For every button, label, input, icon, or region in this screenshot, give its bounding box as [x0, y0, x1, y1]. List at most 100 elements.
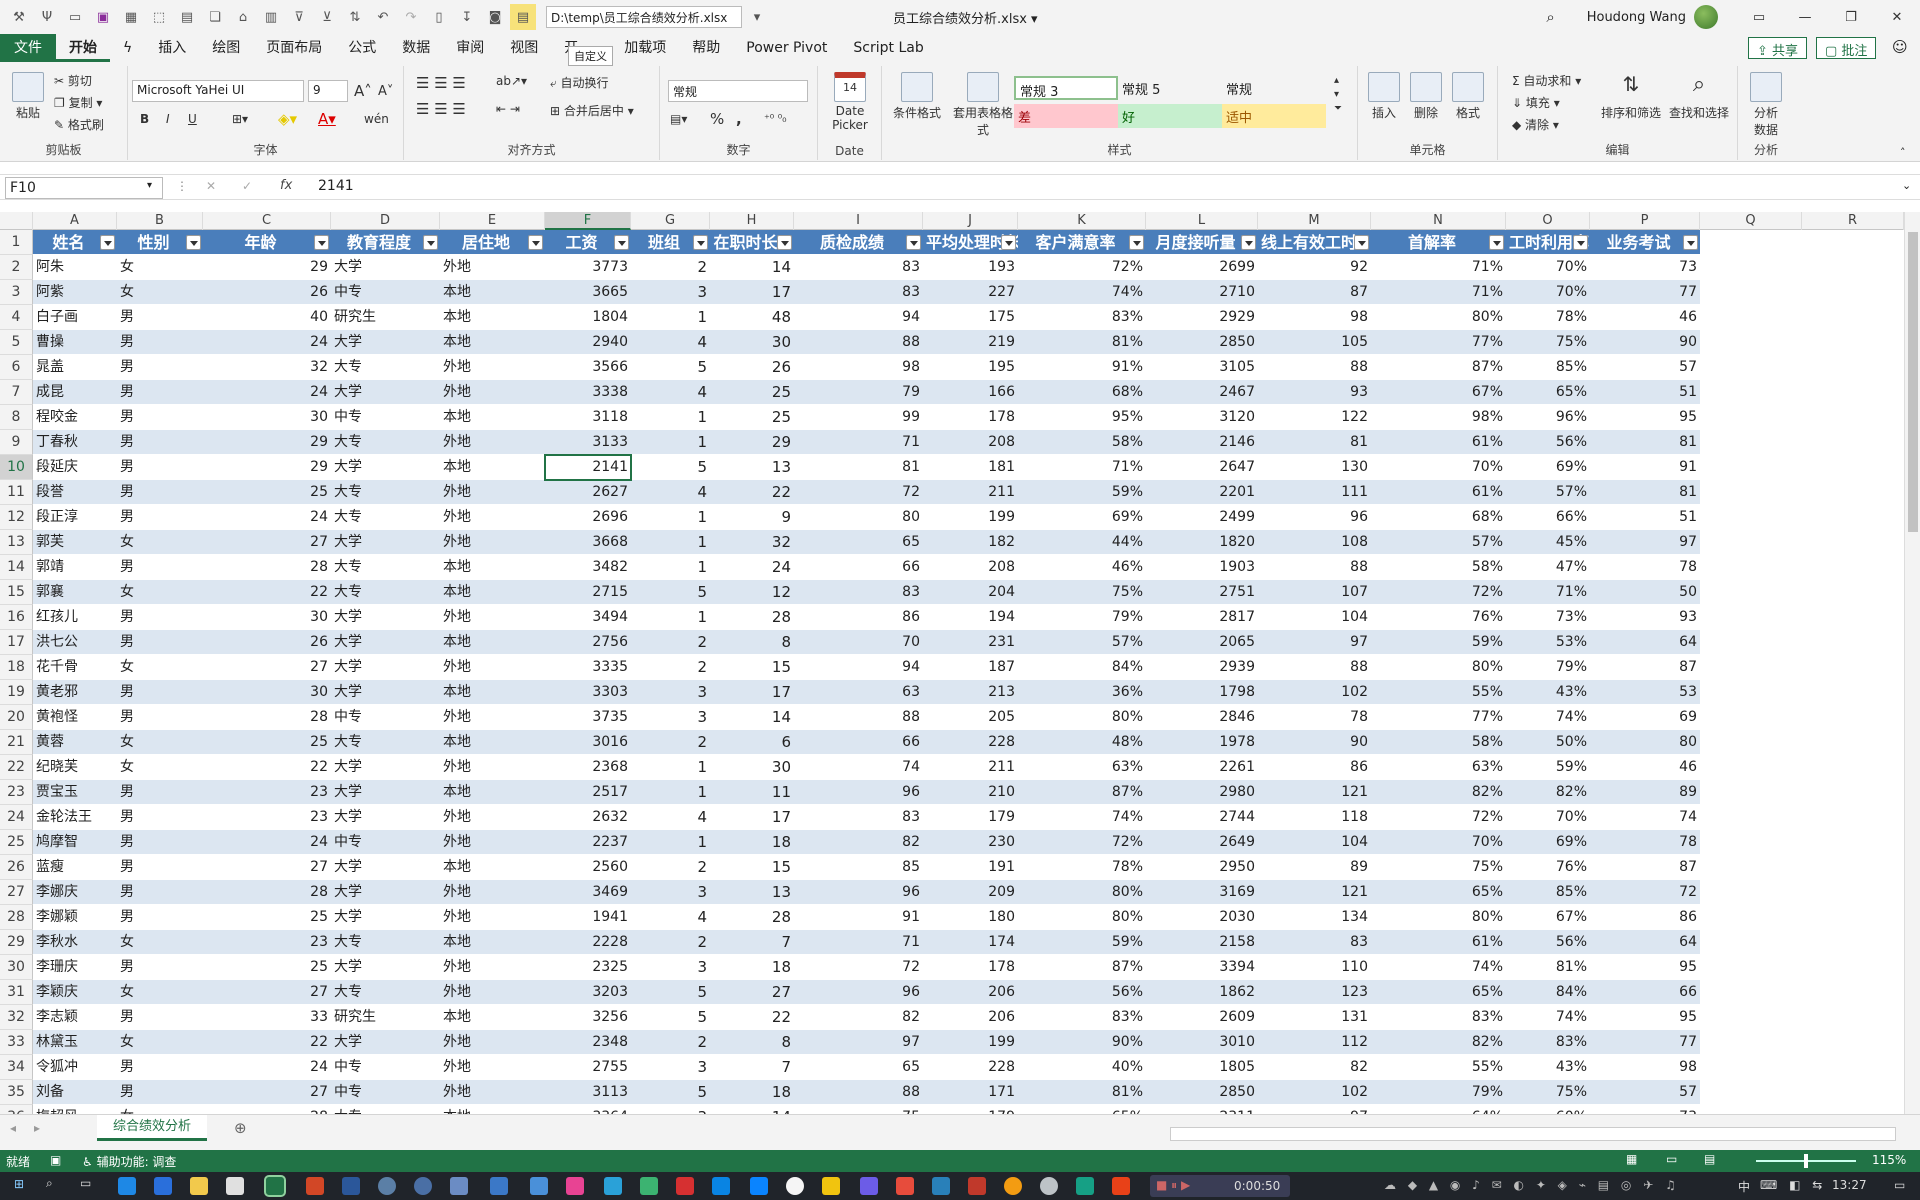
table-cell[interactable]: 2030	[1146, 905, 1258, 930]
table-cell[interactable]: 56%	[1018, 980, 1146, 1005]
table-header-cell[interactable]: 姓名	[33, 230, 117, 255]
table-cell[interactable]: 89	[1590, 780, 1700, 805]
table-cell[interactable]: 179	[923, 805, 1018, 830]
table-cell[interactable]: 2311	[1146, 1105, 1258, 1114]
table-cell[interactable]: 2940	[545, 330, 631, 355]
app-icon[interactable]	[450, 1177, 468, 1195]
table-cell[interactable]: 96	[794, 980, 923, 1005]
table-cell[interactable]: 金轮法王	[33, 805, 117, 830]
table-cell[interactable]: 71%	[1371, 255, 1506, 280]
table-cell[interactable]: 208	[923, 555, 1018, 580]
table-cell[interactable]: 213	[923, 680, 1018, 705]
excel-icon[interactable]	[264, 1175, 286, 1197]
table-cell[interactable]: 2755	[545, 1055, 631, 1080]
table-cell[interactable]: 57	[1590, 1080, 1700, 1105]
table-cell[interactable]: 23	[203, 805, 331, 830]
table-cell[interactable]: 段誉	[33, 480, 117, 505]
table-cell[interactable]: 60%	[1506, 1105, 1590, 1114]
table-cell[interactable]: 1	[631, 755, 710, 780]
row-header[interactable]: 23	[0, 780, 33, 805]
table-cell[interactable]: 1978	[1146, 730, 1258, 755]
horizontal-scrollbar[interactable]	[1170, 1127, 1896, 1141]
row-header[interactable]: 19	[0, 680, 33, 705]
table-cell[interactable]: 24	[710, 555, 794, 580]
sort-icon[interactable]: ⇅	[342, 4, 368, 30]
table-cell[interactable]: 59%	[1018, 930, 1146, 955]
table-cell[interactable]: 227	[923, 280, 1018, 305]
table-cell[interactable]: 53%	[1506, 630, 1590, 655]
form-icon[interactable]: ▤	[174, 4, 200, 30]
table-cell[interactable]: 2751	[1146, 580, 1258, 605]
table-cell[interactable]: 研究生	[331, 305, 440, 330]
table-cell[interactable]: 86	[1258, 755, 1371, 780]
cut-button[interactable]: ✂ 剪切	[54, 72, 92, 89]
table-cell[interactable]: 83	[794, 805, 923, 830]
copy-icon[interactable]: ❏	[202, 4, 228, 30]
table-cell[interactable]: 123	[1258, 980, 1371, 1005]
table-cell[interactable]: 15	[710, 855, 794, 880]
table-cell[interactable]: 令狐冲	[33, 1055, 117, 1080]
grid-icon[interactable]: ▥	[258, 4, 284, 30]
worksheet-grid[interactable]: ABCDEFGHIJKLMNOPQR 1 姓名 性别 年龄 教育程度 居住地 工资 班组 在职时…	[0, 212, 1904, 1114]
table-cell[interactable]: 29	[710, 430, 794, 455]
table-cell[interactable]: 121	[1258, 880, 1371, 905]
tab-file[interactable]: 文件	[0, 34, 56, 62]
row-header[interactable]: 7	[0, 380, 33, 405]
table-cell[interactable]: 男	[117, 830, 203, 855]
table-cell[interactable]: 本地	[440, 580, 545, 605]
table-cell[interactable]: 本地	[440, 1105, 545, 1114]
table-cell[interactable]: 3	[631, 680, 710, 705]
row-header[interactable]: 4	[0, 305, 33, 330]
table-cell[interactable]: 181	[923, 455, 1018, 480]
table-cell[interactable]: 2499	[1146, 505, 1258, 530]
table-cell[interactable]: 80%	[1018, 905, 1146, 930]
table-cell[interactable]: 本地	[440, 280, 545, 305]
table-cell[interactable]: 本地	[440, 630, 545, 655]
table-cell[interactable]: 3	[631, 280, 710, 305]
table-cell[interactable]: 3338	[545, 380, 631, 405]
table-cell[interactable]: 65%	[1371, 980, 1506, 1005]
table-cell[interactable]: 97	[1258, 630, 1371, 655]
table-cell[interactable]: 71	[794, 430, 923, 455]
table-cell[interactable]: 88	[794, 330, 923, 355]
table-cell[interactable]: 女	[117, 280, 203, 305]
table-cell[interactable]: 45%	[1506, 530, 1590, 555]
clear-filter-icon[interactable]: ⊻	[314, 4, 340, 30]
table-cell[interactable]: 大专	[331, 555, 440, 580]
table-cell[interactable]: 130	[1258, 455, 1371, 480]
format-cells-button[interactable]: 格式	[1448, 72, 1488, 121]
table-cell[interactable]: 2817	[1146, 605, 1258, 630]
comma-button[interactable]: ,	[736, 110, 742, 128]
table-cell[interactable]: 红孩儿	[33, 605, 117, 630]
table-cell[interactable]: 3482	[545, 555, 631, 580]
table-cell[interactable]: 108	[1258, 530, 1371, 555]
table-cell[interactable]: 95	[1590, 1005, 1700, 1030]
table-cell[interactable]: 男	[117, 680, 203, 705]
table-cell[interactable]: 81	[1258, 430, 1371, 455]
table-cell[interactable]: 105	[1258, 330, 1371, 355]
table-cell[interactable]: 83%	[1371, 1005, 1506, 1030]
table-cell[interactable]: 76%	[1506, 855, 1590, 880]
tab-addins[interactable]: 加载项	[611, 34, 679, 62]
table-cell[interactable]: 97	[1590, 530, 1700, 555]
table-cell[interactable]: 104	[1258, 830, 1371, 855]
collapse-ribbon-icon[interactable]: ˄	[1900, 146, 1906, 159]
conditional-format-button[interactable]: 条件格式	[890, 72, 944, 121]
macro-icon[interactable]: ▣	[50, 1153, 61, 1167]
italic-button[interactable]: I	[166, 112, 170, 126]
app-icon[interactable]	[378, 1177, 396, 1195]
explorer-icon[interactable]	[190, 1177, 208, 1195]
table-cell[interactable]: 中专	[331, 830, 440, 855]
table-cell[interactable]: 段正淳	[33, 505, 117, 530]
row-header[interactable]: 8	[0, 405, 33, 430]
table-cell[interactable]: 2560	[545, 855, 631, 880]
table-cell[interactable]: 纪晓芙	[33, 755, 117, 780]
table-cell[interactable]: 本地	[440, 405, 545, 430]
table-cell[interactable]: 110	[1258, 955, 1371, 980]
table-cell[interactable]: 73	[1590, 255, 1700, 280]
column-header-K[interactable]: K	[1018, 212, 1146, 230]
table-cell[interactable]: 外地	[440, 705, 545, 730]
table-cell[interactable]: 82%	[1371, 780, 1506, 805]
style-normal-3[interactable]: 常规 3	[1014, 76, 1118, 100]
table-cell[interactable]: 57	[1590, 355, 1700, 380]
